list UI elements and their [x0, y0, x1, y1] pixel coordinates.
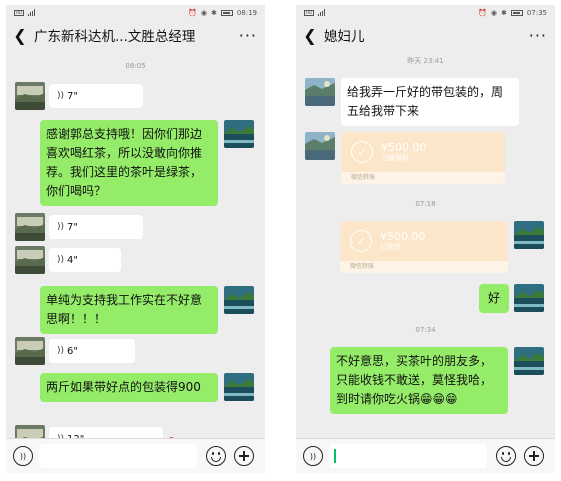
chevron-left-icon[interactable]: ❮: [296, 26, 324, 45]
plus-icon[interactable]: [234, 446, 254, 466]
message-bubble-outgoing[interactable]: 不好意思，买茶叶的朋友多，只能收钱不敢送，莫怪我哈，到时请你吃火锅😁😁😁: [330, 347, 508, 414]
voice-message[interactable]: )) 7": [49, 84, 143, 108]
signal-icon: [318, 9, 325, 16]
more-dots-icon[interactable]: ···: [529, 26, 547, 45]
timestamp: 07:34: [415, 326, 436, 334]
battery-icon: [220, 9, 233, 16]
message-input[interactable]: [39, 444, 197, 468]
plus-icon[interactable]: [524, 446, 544, 466]
chat-title: 广东新科达机...文胜总经理: [34, 29, 196, 45]
voice-wave-icon: )): [57, 90, 65, 101]
message-list[interactable]: 08:05 )) 7" 感谢郭总支持哦！因你们那边喜欢喝红茶，所以没敢向你推荐。…: [6, 50, 265, 453]
check-circle-icon: ✓: [350, 230, 372, 252]
sim-card-icon: HD: [304, 9, 314, 16]
timestamp: 08:05: [125, 62, 146, 70]
avatar[interactable]: [514, 284, 544, 312]
avatar[interactable]: [514, 221, 544, 249]
message-list[interactable]: 昨天 23:41 给我弄一斤好的带包装的，周五给我带下来 ✓ ¥500.00 已…: [296, 50, 555, 438]
message-bubble-outgoing[interactable]: 感谢郭总支持哦！因你们那边喜欢喝红茶，所以没敢向你推荐。我们这里的茶叶是绿茶，你…: [40, 120, 218, 206]
location-icon: ◉: [490, 8, 497, 17]
check-circle-icon: ✓: [351, 141, 373, 163]
avatar[interactable]: [15, 213, 45, 241]
transfer-label: 微信转账: [341, 172, 505, 184]
signal-icon: [28, 9, 35, 16]
avatar[interactable]: [305, 132, 335, 160]
transfer-amount: ¥500.00: [381, 141, 427, 154]
voice-wave-icon: )): [57, 254, 65, 265]
transfer-card-incoming[interactable]: ✓ ¥500.00 已被领取 微信转账: [341, 132, 505, 184]
text-cursor: [334, 449, 336, 463]
voice-message[interactable]: )) 4": [49, 248, 121, 272]
message-bubble-outgoing[interactable]: 单纯为支持我工作实在不好意思啊！！！: [40, 286, 218, 334]
message-bubble-incoming[interactable]: 给我弄一斤好的带包装的，周五给我带下来: [341, 78, 519, 126]
status-time: 07:35: [526, 8, 547, 17]
voice-duration: 4": [67, 254, 78, 266]
avatar[interactable]: [15, 82, 45, 110]
voice-duration: 7": [67, 221, 78, 233]
bluetooth-icon: ✱: [210, 8, 217, 17]
avatar[interactable]: [224, 120, 254, 148]
avatar[interactable]: [15, 337, 45, 365]
sim-card-icon: HD: [14, 9, 24, 16]
bluetooth-icon: ✱: [500, 8, 507, 17]
transfer-status: 已收钱: [380, 243, 401, 251]
chat-title: 媳妇儿: [324, 29, 365, 45]
voice-duration: 6": [67, 345, 78, 357]
transfer-status: 已被领取: [381, 154, 409, 162]
chat-screen-right: HD ⏰ ◉ ✱ 07:35 ❮ 媳妇儿 ··· 昨天 23:41 给我弄一斤好…: [296, 5, 555, 473]
status-bar: HD ⏰ ◉ ✱ 08:19: [6, 5, 265, 20]
voice-duration: 7": [67, 90, 78, 102]
avatar[interactable]: [15, 246, 45, 274]
battery-icon: [510, 9, 523, 16]
voice-message[interactable]: )) 7": [49, 215, 143, 239]
message-bubble-outgoing[interactable]: 两斤如果带好点的包装得900: [40, 373, 218, 402]
location-icon: ◉: [200, 8, 207, 17]
message-input[interactable]: [329, 444, 487, 468]
transfer-label: 微信转账: [340, 261, 508, 273]
status-time: 08:19: [236, 8, 257, 17]
alarm-icon: ⏰: [478, 8, 487, 17]
emoji-icon[interactable]: [206, 446, 226, 466]
emoji-icon[interactable]: [496, 446, 516, 466]
voice-wave-icon: )): [57, 221, 65, 232]
voice-input-icon[interactable]: )): [13, 446, 33, 466]
timestamp: 07:18: [415, 200, 436, 208]
chevron-left-icon[interactable]: ❮: [6, 26, 34, 45]
transfer-card-outgoing[interactable]: ✓ ¥500.00 已收钱 微信转账: [340, 221, 508, 273]
alarm-icon: ⏰: [188, 8, 197, 17]
chat-screen-left: HD ⏰ ◉ ✱ 08:19 ❮ 广东新科达机...文胜总经理 ··· 08:0…: [6, 5, 265, 473]
status-bar: HD ⏰ ◉ ✱ 07:35: [296, 5, 555, 20]
chat-header: ❮ 广东新科达机...文胜总经理 ···: [6, 20, 265, 50]
voice-message[interactable]: )) 6": [49, 339, 135, 363]
timestamp: 昨天 23:41: [407, 57, 444, 65]
voice-input-icon[interactable]: )): [303, 446, 323, 466]
message-bubble-outgoing[interactable]: 好: [479, 284, 509, 313]
input-bar: )): [296, 438, 555, 473]
chat-header: ❮ 媳妇儿 ···: [296, 20, 555, 50]
more-dots-icon[interactable]: ···: [239, 26, 257, 45]
avatar[interactable]: [224, 373, 254, 401]
avatar[interactable]: [514, 347, 544, 375]
avatar[interactable]: [305, 78, 335, 106]
input-bar: )): [6, 438, 265, 473]
voice-wave-icon: )): [57, 345, 65, 356]
avatar[interactable]: [224, 286, 254, 314]
transfer-amount: ¥500.00: [380, 230, 426, 243]
